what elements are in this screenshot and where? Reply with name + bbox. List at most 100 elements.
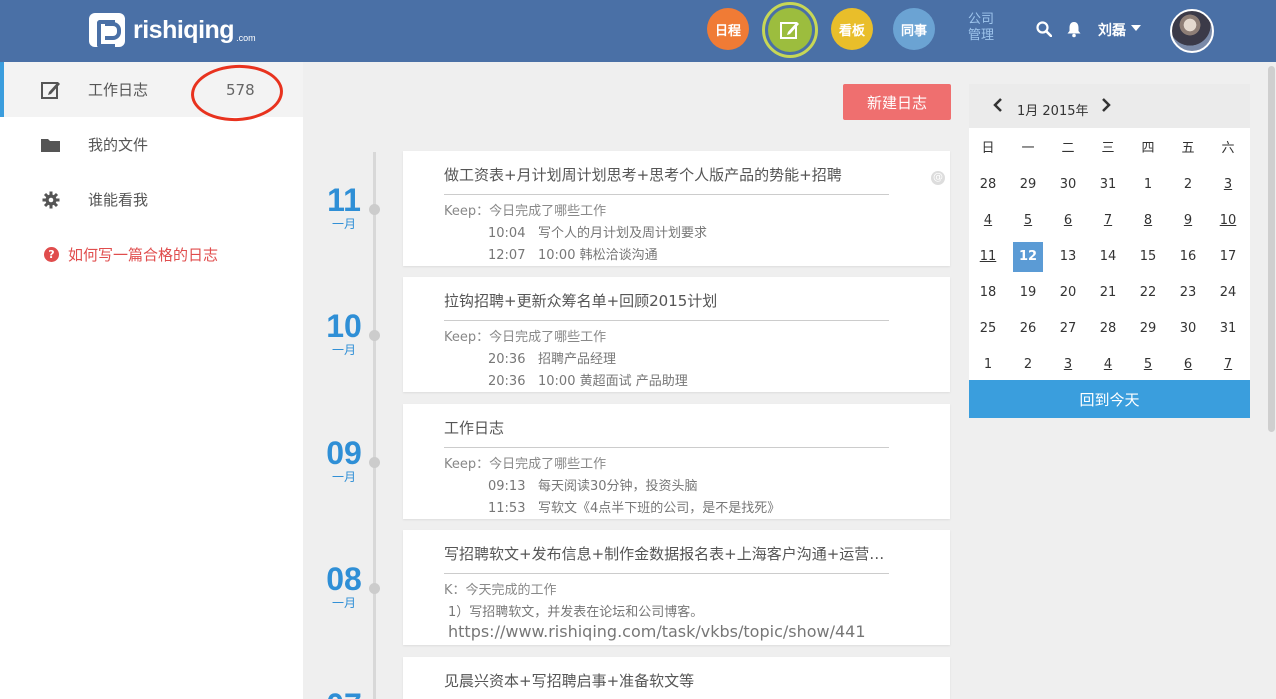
calendar-day[interactable]: 30 [1173, 314, 1203, 344]
calendar-day[interactable]: 11 [973, 242, 1003, 272]
calendar-day[interactable]: 30 [1053, 170, 1083, 200]
entry-title[interactable]: 做工资表+月计划周计划思考+思考个人版产品的势能+招聘 [444, 164, 889, 185]
nav-log-button[interactable] [768, 8, 812, 52]
entry-line-time: 10:04 [488, 226, 526, 241]
calendar-day[interactable]: 28 [1093, 314, 1123, 344]
calendar-day[interactable]: 24 [1213, 278, 1243, 308]
calendar-day[interactable]: 3 [1213, 170, 1243, 200]
calendar-day[interactable]: 28 [973, 170, 1003, 200]
chevron-right-icon[interactable] [1099, 97, 1113, 113]
calendar-day[interactable]: 1 [1133, 170, 1163, 200]
entry-line-text: 10:00 韩松洽谈沟通 [538, 248, 658, 263]
calendar-weekday: 二 [1061, 141, 1075, 156]
calendar-day[interactable]: 31 [1093, 170, 1123, 200]
calendar-day[interactable]: 13 [1053, 242, 1083, 272]
calendar-weekday: 三 [1101, 141, 1115, 156]
sidebar-item-who-can-see-me[interactable]: 谁能看我 [0, 172, 303, 227]
entry-title[interactable]: 写招聘软文+发布信息+制作金数据报名表+上海客户沟通+运营… [444, 543, 889, 564]
calendar-day[interactable]: 6 [1173, 350, 1203, 380]
calendar-day[interactable]: 14 [1093, 242, 1123, 272]
calendar-day[interactable]: 31 [1213, 314, 1243, 344]
nav-board-button[interactable]: 看板 [831, 8, 873, 50]
chevron-down-icon[interactable] [1131, 25, 1141, 31]
log-entry-card[interactable]: 见晨兴资本+写招聘启事+准备软文等 [403, 657, 950, 699]
timeline-line [373, 152, 376, 699]
calendar-day[interactable]: 23 [1173, 278, 1203, 308]
calendar-day[interactable]: 25 [973, 314, 1003, 344]
calendar-day[interactable]: 29 [1013, 170, 1043, 200]
bell-icon[interactable] [1065, 20, 1083, 38]
entry-title[interactable]: 工作日志 [444, 417, 889, 438]
calendar-day[interactable]: 12 [1013, 242, 1043, 272]
calendar-day[interactable]: 5 [1013, 206, 1043, 236]
entry-line: 10:04 写个人的月计划及周计划要求 [488, 222, 707, 241]
help-label: 如何写一篇合格的日志 [68, 246, 219, 264]
entry-divider [444, 194, 889, 195]
calendar-header: 1月 2015年 [969, 84, 1250, 128]
calendar-day[interactable]: 9 [1173, 206, 1203, 236]
date-month: 一月 [331, 596, 356, 610]
calendar-day[interactable]: 20 [1053, 278, 1083, 308]
calendar-weekday: 四 [1141, 141, 1155, 156]
at-mention-icon[interactable]: @ [931, 171, 945, 185]
timeline-dot [369, 583, 380, 594]
entry-keep-label: Keep：今日完成了哪些工作 [444, 204, 607, 219]
nav-colleague-button[interactable]: 同事 [893, 8, 935, 50]
calendar-day[interactable]: 2 [1173, 170, 1203, 200]
calendar-day[interactable]: 2 [1013, 350, 1043, 380]
log-entry-card[interactable]: 写招聘软文+发布信息+制作金数据报名表+上海客户沟通+运营… K：今天完成的工作… [403, 530, 950, 645]
calendar-day[interactable]: 6 [1053, 206, 1083, 236]
nav-schedule-button[interactable]: 日程 [707, 8, 749, 50]
calendar-day[interactable]: 10 [1213, 206, 1243, 236]
logo[interactable]: rishiqing .com [89, 12, 256, 48]
avatar[interactable] [1170, 9, 1214, 53]
calendar-day[interactable]: 21 [1093, 278, 1123, 308]
entry-title[interactable]: 拉钩招聘+更新众筹名单+回顾2015计划 [444, 290, 889, 311]
calendar-day[interactable]: 29 [1133, 314, 1163, 344]
calendar-title: 1月 2015年 [1017, 104, 1089, 119]
calendar-day[interactable]: 18 [973, 278, 1003, 308]
calendar-day[interactable]: 4 [1093, 350, 1123, 380]
edit-icon [40, 79, 62, 101]
calendar-day[interactable]: 8 [1133, 206, 1163, 236]
sidebar: 工作日志 578 我的文件 谁能看我 ? 如何写一篇合格的日志 [0, 62, 303, 699]
new-log-button[interactable]: 新建日志 [843, 84, 951, 120]
calendar-day[interactable]: 17 [1213, 242, 1243, 272]
calendar-day[interactable]: 16 [1173, 242, 1203, 272]
calendar-day[interactable]: 27 [1053, 314, 1083, 344]
calendar-day[interactable]: 26 [1013, 314, 1043, 344]
sidebar-item-label: 我的文件 [88, 136, 149, 154]
calendar-weekday: 六 [1221, 141, 1235, 156]
timeline-dot [369, 204, 380, 215]
calendar-day[interactable]: 3 [1053, 350, 1083, 380]
search-icon[interactable] [1036, 21, 1052, 37]
entry-title[interactable]: 见晨兴资本+写招聘启事+准备软文等 [444, 670, 889, 691]
entry-line: 20:36 招聘产品经理 [488, 348, 616, 367]
nav-company-line2: 管理 [967, 28, 994, 43]
entry-keep-label: Keep：今日完成了哪些工作 [444, 330, 607, 345]
calendar-day[interactable]: 5 [1133, 350, 1163, 380]
log-entry-card[interactable]: 工作日志 Keep：今日完成了哪些工作 09:13 每天阅读30分钟，投资头脑 1… [403, 404, 950, 519]
logo-suffix: .com [236, 33, 256, 43]
entry-link[interactable]: https://www.rishiqing.com/task/vkbs/topi… [448, 622, 866, 641]
log-entry-card[interactable]: 做工资表+月计划周计划思考+思考个人版产品的势能+招聘 @ Keep：今日完成了… [403, 151, 950, 266]
chevron-left-icon[interactable] [991, 97, 1005, 113]
calendar-day[interactable]: 22 [1133, 278, 1163, 308]
back-to-today-button[interactable]: 回到今天 [969, 380, 1250, 418]
user-name[interactable]: 刘磊 [1098, 20, 1126, 40]
entry-divider [444, 447, 889, 448]
entry-line-time: 11:53 [488, 501, 526, 516]
entry-line-time: 12:07 [488, 248, 526, 263]
calendar-day[interactable]: 7 [1093, 206, 1123, 236]
sidebar-item-my-files[interactable]: 我的文件 [0, 117, 303, 172]
date-badge: 10 一月 [318, 309, 370, 357]
help-link[interactable]: ? 如何写一篇合格的日志 [44, 244, 218, 265]
log-entry-card[interactable]: 拉钩招聘+更新众筹名单+回顾2015计划 Keep：今日完成了哪些工作 20:3… [403, 277, 950, 392]
calendar-day[interactable]: 1 [973, 350, 1003, 380]
calendar-day[interactable]: 4 [973, 206, 1003, 236]
scrollbar[interactable] [1268, 66, 1275, 432]
nav-company-admin-link[interactable]: 公司 管理 [962, 12, 1000, 44]
calendar-day[interactable]: 19 [1013, 278, 1043, 308]
calendar-day[interactable]: 7 [1213, 350, 1243, 380]
calendar-day[interactable]: 15 [1133, 242, 1163, 272]
